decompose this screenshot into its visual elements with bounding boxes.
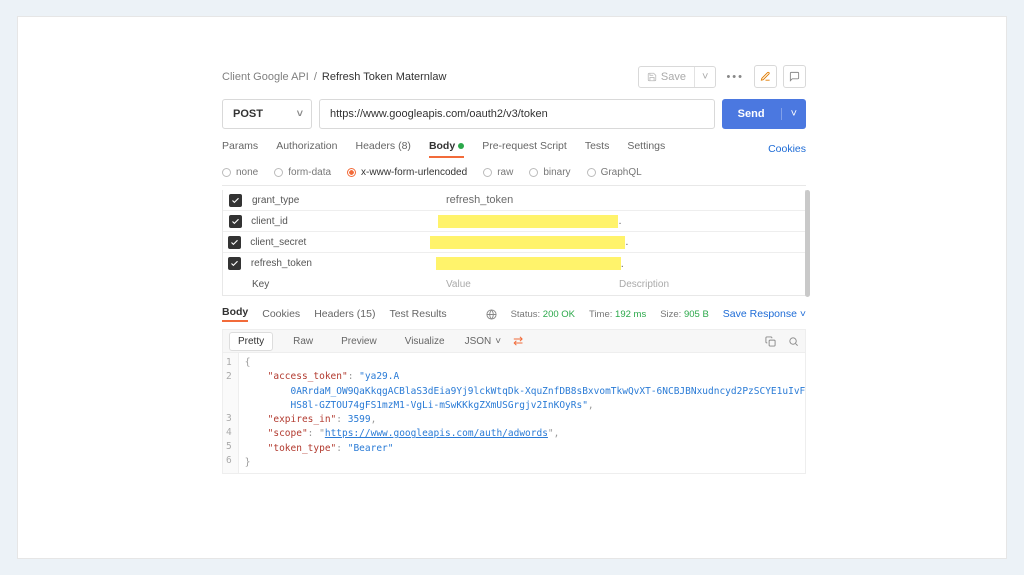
view-pretty[interactable]: Pretty <box>229 332 273 351</box>
globe-icon[interactable] <box>486 309 497 320</box>
checkbox[interactable] <box>228 236 241 249</box>
tab-prerequest[interactable]: Pre-request Script <box>482 140 567 158</box>
radio-raw[interactable]: raw <box>483 167 513 178</box>
size-label: Size: 905 B <box>660 309 709 320</box>
request-header: Client Google API / Refresh Token Matern… <box>222 65 806 88</box>
scrollbar[interactable] <box>805 190 810 297</box>
wrap-lines-icon[interactable]: ⇄ <box>513 334 523 348</box>
resp-tab-tests[interactable]: Test Results <box>389 308 446 320</box>
save-dropdown[interactable]: ˅ <box>695 67 715 87</box>
kv-key[interactable]: client_id <box>247 216 434 227</box>
comment-icon[interactable] <box>783 65 806 88</box>
kv-value-placeholder[interactable]: Value <box>442 279 615 290</box>
tab-headers[interactable]: Headers (8) <box>355 140 410 158</box>
search-icon[interactable] <box>788 336 799 347</box>
table-row[interactable]: client_id. <box>223 211 805 232</box>
kv-key[interactable]: refresh_token <box>247 258 432 269</box>
table-row[interactable]: refresh_token. <box>223 253 805 274</box>
status-label: Status: 200 OK <box>511 309 575 320</box>
view-visualize[interactable]: Visualize <box>397 333 453 350</box>
more-button[interactable]: ••• <box>722 71 748 83</box>
kv-key[interactable]: grant_type <box>248 195 442 206</box>
cookies-link[interactable]: Cookies <box>768 143 806 155</box>
send-button[interactable]: Send˅ <box>722 99 806 129</box>
copy-icon[interactable] <box>765 336 776 347</box>
checkbox[interactable] <box>229 194 242 207</box>
kv-key-placeholder[interactable]: Key <box>248 279 442 290</box>
request-tabs: Params Authorization Headers (8) Body Pr… <box>222 140 806 158</box>
view-preview[interactable]: Preview <box>333 333 385 350</box>
send-dropdown[interactable]: ˅ <box>781 108 806 120</box>
chevron-down-icon: ˅ <box>289 108 311 120</box>
response-tabs: Body Cookies Headers (15) Test Results S… <box>222 306 806 322</box>
resp-tab-cookies[interactable]: Cookies <box>262 308 300 320</box>
response-toolbar: Pretty Raw Preview Visualize JSON ˅ ⇄ <box>222 329 806 353</box>
radio-urlencoded[interactable]: x-www-form-urlencoded <box>347 167 467 178</box>
resp-tab-body[interactable]: Body <box>222 306 248 322</box>
radio-none[interactable]: none <box>222 167 258 178</box>
save-icon <box>647 72 657 82</box>
radio-binary[interactable]: binary <box>529 167 570 178</box>
edit-icon[interactable] <box>754 65 777 88</box>
checkbox[interactable] <box>229 215 242 228</box>
format-select[interactable]: JSON ˅ <box>465 336 502 347</box>
tab-params[interactable]: Params <box>222 140 258 158</box>
kv-key[interactable]: client_secret <box>246 237 426 248</box>
http-method-select[interactable]: POST˅ <box>222 99 312 129</box>
breadcrumb[interactable]: Client Google API / Refresh Token Matern… <box>222 71 446 83</box>
radio-form-data[interactable]: form-data <box>274 167 331 178</box>
save-response-button[interactable]: Save Response ˅ <box>723 308 806 320</box>
kv-value[interactable]: . <box>432 257 624 270</box>
view-raw[interactable]: Raw <box>285 333 321 350</box>
table-row[interactable]: grant_typerefresh_token <box>223 190 805 211</box>
body-type-radios: none form-data x-www-form-urlencoded raw… <box>222 167 806 186</box>
checkbox[interactable] <box>228 257 241 270</box>
tab-tests[interactable]: Tests <box>585 140 610 158</box>
tab-body[interactable]: Body <box>429 140 464 158</box>
body-kv-table: grant_typerefresh_tokenclient_id.client_… <box>222 190 806 296</box>
save-button[interactable]: Save ˅ <box>638 66 717 88</box>
response-body[interactable]: 123456 { "access_token": "ya29.A 0ARrdaM… <box>222 353 806 474</box>
kv-desc-placeholder[interactable]: Description <box>615 279 805 290</box>
kv-value[interactable]: . <box>426 236 628 249</box>
resp-tab-headers[interactable]: Headers (15) <box>314 308 375 320</box>
unsaved-dot-icon <box>458 143 464 149</box>
table-row[interactable]: client_secret. <box>223 232 805 253</box>
radio-graphql[interactable]: GraphQL <box>587 167 642 178</box>
time-label: Time: 192 ms <box>589 309 646 320</box>
tab-settings[interactable]: Settings <box>627 140 665 158</box>
breadcrumb-collection[interactable]: Client Google API <box>222 71 309 83</box>
breadcrumb-request[interactable]: Refresh Token Maternlaw <box>322 71 447 83</box>
kv-value[interactable]: refresh_token <box>442 194 615 206</box>
kv-value[interactable]: . <box>434 215 621 228</box>
url-input[interactable]: https://www.googleapis.com/oauth2/v3/tok… <box>319 99 715 129</box>
tab-authorization[interactable]: Authorization <box>276 140 337 158</box>
